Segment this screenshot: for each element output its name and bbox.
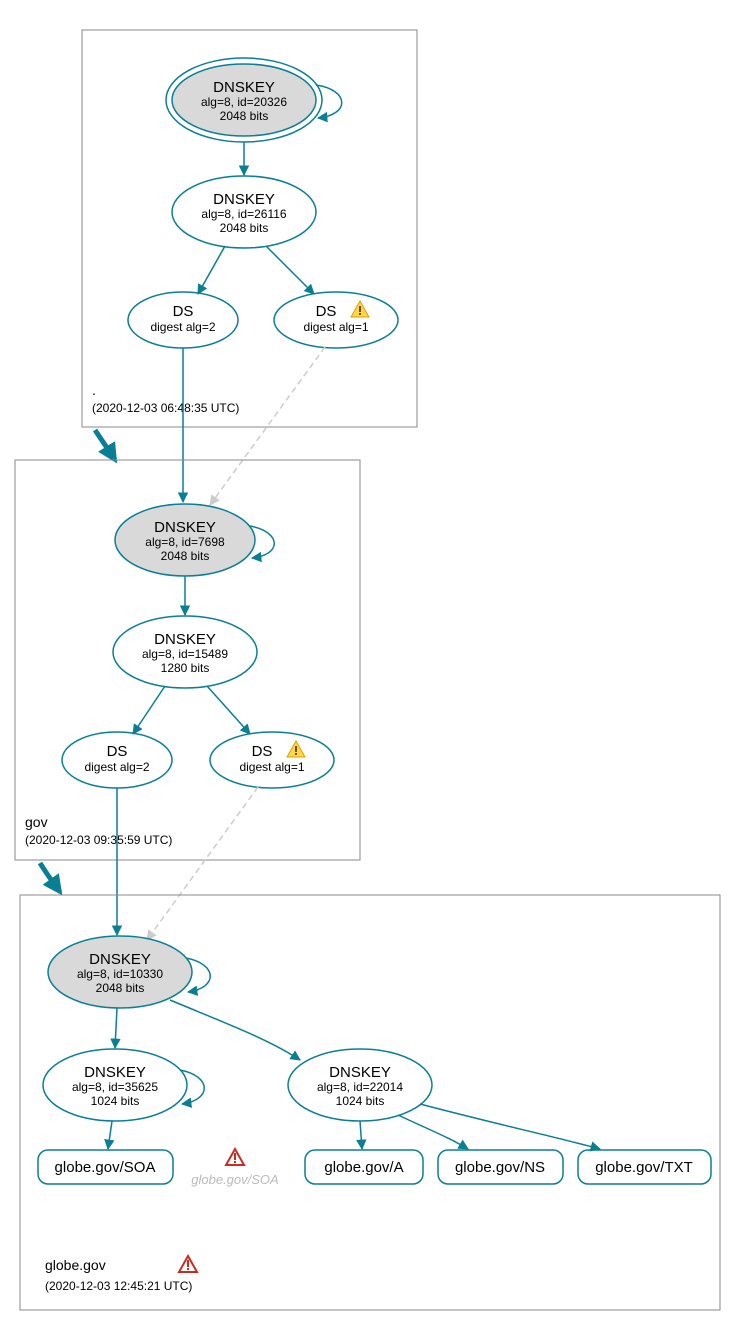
- gov-ds2-node: DS digest alg=1: [210, 732, 334, 788]
- edge-globe-ksk-to-zsk1: [115, 1008, 117, 1048]
- svg-text:globe.gov/SOA: globe.gov/SOA: [191, 1172, 278, 1187]
- zone-gov: gov (2020-12-03 09:35:59 UTC) DNSKEY alg…: [15, 460, 360, 860]
- zone-globe-label: globe.gov: [45, 1257, 106, 1273]
- edge-gov-zsk-to-ds1: [133, 686, 165, 734]
- svg-text:digest alg=2: digest alg=2: [150, 320, 215, 334]
- globe-ksk-node: DNSKEY alg=8, id=10330 2048 bits: [48, 936, 192, 1008]
- gov-zsk-node: DNSKEY alg=8, id=15489 1280 bits: [113, 616, 257, 688]
- svg-text:1024 bits: 1024 bits: [336, 1094, 385, 1108]
- svg-text:DNSKEY: DNSKEY: [213, 79, 275, 96]
- edge-zsk2-to-ns: [398, 1115, 468, 1149]
- edge-root-ds2-to-gov-ksk: [210, 347, 325, 505]
- globe-zsk2-node: DNSKEY alg=8, id=22014 1024 bits: [288, 1049, 432, 1121]
- rrset-txt: globe.gov/TXT: [578, 1150, 711, 1184]
- svg-text:DNSKEY: DNSKEY: [329, 1064, 391, 1081]
- svg-text:DNSKEY: DNSKEY: [213, 191, 275, 208]
- svg-text:globe.gov/NS: globe.gov/NS: [455, 1159, 545, 1176]
- edge-root-zsk-to-ds1: [198, 246, 225, 294]
- svg-text:digest alg=1: digest alg=1: [239, 760, 304, 774]
- rrset-a: globe.gov/A: [305, 1150, 423, 1184]
- svg-text:DNSKEY: DNSKEY: [84, 1064, 146, 1081]
- svg-text:globe.gov/A: globe.gov/A: [324, 1159, 403, 1176]
- svg-text:digest alg=2: digest alg=2: [84, 760, 149, 774]
- root-ksk-node: DNSKEY alg=8, id=20326 2048 bits: [166, 58, 322, 142]
- svg-text:alg=8, id=7698: alg=8, id=7698: [145, 535, 225, 549]
- svg-text:alg=8, id=10330: alg=8, id=10330: [77, 967, 163, 981]
- svg-text:2048 bits: 2048 bits: [96, 981, 145, 995]
- svg-text:DNSKEY: DNSKEY: [154, 631, 216, 648]
- gov-ksk-node: DNSKEY alg=8, id=7698 2048 bits: [115, 504, 255, 576]
- zone-gov-time: (2020-12-03 09:35:59 UTC): [25, 833, 172, 847]
- svg-text:globe.gov/SOA: globe.gov/SOA: [55, 1159, 156, 1176]
- root-ds2-node: DS digest alg=1: [274, 292, 398, 348]
- edge-zsk2-to-a: [360, 1121, 362, 1149]
- error-icon: [226, 1149, 244, 1165]
- zone-root-time: (2020-12-03 06:48:35 UTC): [92, 401, 239, 415]
- svg-text:1280 bits: 1280 bits: [161, 661, 210, 675]
- edge-globe-ksk-to-zsk2: [170, 1000, 300, 1060]
- gov-ds1-node: DS digest alg=2: [62, 732, 172, 788]
- svg-text:2048 bits: 2048 bits: [161, 549, 210, 563]
- edge-root-to-gov-zone: [95, 430, 115, 460]
- svg-text:DS: DS: [316, 303, 337, 320]
- rrset-soa: globe.gov/SOA: [38, 1150, 173, 1184]
- svg-text:DNSKEY: DNSKEY: [154, 519, 216, 536]
- svg-text:digest alg=1: digest alg=1: [303, 320, 368, 334]
- zone-globe-time: (2020-12-03 12:45:21 UTC): [45, 1279, 192, 1293]
- svg-text:alg=8, id=26116: alg=8, id=26116: [201, 207, 287, 221]
- svg-text:2048 bits: 2048 bits: [220, 109, 269, 123]
- edge-gov-to-globe-zone: [40, 863, 60, 892]
- svg-text:1024 bits: 1024 bits: [91, 1094, 140, 1108]
- svg-text:DS: DS: [173, 303, 194, 320]
- svg-text:alg=8, id=20326: alg=8, id=20326: [201, 95, 287, 109]
- svg-text:alg=8, id=15489: alg=8, id=15489: [142, 647, 228, 661]
- root-zsk-node: DNSKEY alg=8, id=26116 2048 bits: [172, 176, 316, 248]
- rrset-ns: globe.gov/NS: [438, 1150, 563, 1184]
- zone-root-label: .: [92, 382, 96, 398]
- edge-gov-ds2-to-globe-ksk: [147, 787, 258, 940]
- edge-zsk1-to-soa: [108, 1121, 112, 1149]
- edge-root-zsk-to-ds2: [266, 246, 314, 294]
- edge-zsk2-to-txt: [420, 1104, 600, 1149]
- rrset-soa-bogus: globe.gov/SOA: [191, 1149, 278, 1187]
- svg-text:DS: DS: [252, 743, 273, 760]
- root-ds1-node: DS digest alg=2: [128, 292, 238, 348]
- svg-text:2048 bits: 2048 bits: [220, 221, 269, 235]
- error-icon: [179, 1256, 197, 1272]
- zone-gov-label: gov: [25, 814, 48, 830]
- zone-globe: globe.gov (2020-12-03 12:45:21 UTC) DNSK…: [20, 895, 720, 1310]
- dnssec-graph: . (2020-12-03 06:48:35 UTC) DNSKEY alg=8…: [0, 0, 736, 1324]
- svg-text:DS: DS: [107, 743, 128, 760]
- svg-text:DNSKEY: DNSKEY: [89, 951, 151, 968]
- svg-text:alg=8, id=22014: alg=8, id=22014: [317, 1080, 403, 1094]
- zone-root: . (2020-12-03 06:48:35 UTC) DNSKEY alg=8…: [82, 30, 417, 427]
- edge-gov-zsk-to-ds2: [207, 686, 250, 734]
- svg-text:alg=8, id=35625: alg=8, id=35625: [72, 1080, 158, 1094]
- svg-text:globe.gov/TXT: globe.gov/TXT: [595, 1159, 693, 1176]
- globe-zsk1-node: DNSKEY alg=8, id=35625 1024 bits: [43, 1049, 187, 1121]
